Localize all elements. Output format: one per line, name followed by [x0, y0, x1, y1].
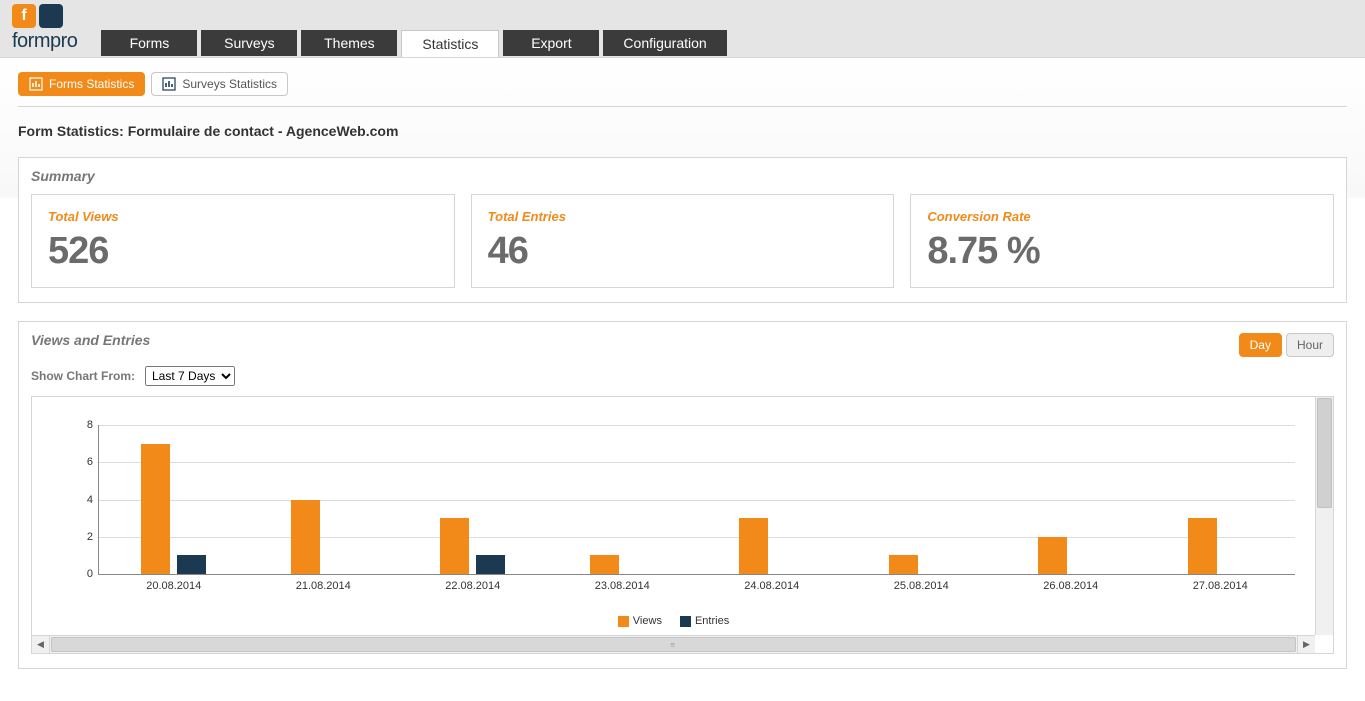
chart-area: 0 2 4 6 8 20.08.2014 21.08.2014 22.08.2014 23.08… — [32, 397, 1315, 635]
subtab-surveys-statistics[interactable]: Surveys Statistics — [151, 72, 288, 96]
chart-bar-views — [590, 555, 619, 574]
chart-bar-views — [440, 518, 469, 574]
content-area: Forms Statistics Surveys Statistics Form… — [0, 58, 1365, 701]
summary-title: Summary — [31, 168, 1334, 184]
chart-x-tick: 24.08.2014 — [744, 580, 799, 592]
summary-grid: Total Views 526 Total Entries 46 Convers… — [31, 194, 1334, 288]
card-conversion-rate: Conversion Rate 8.75 % — [910, 194, 1334, 288]
subtab-surveys-label: Surveys Statistics — [182, 77, 277, 91]
chart-gridline — [99, 462, 1295, 463]
chart-panel-title: Views and Entries — [31, 332, 150, 348]
chart-panel: Views and Entries Day Hour Show Chart Fr… — [18, 321, 1347, 669]
scroll-thumb-vertical[interactable] — [1317, 398, 1332, 508]
chart-bar-views — [739, 518, 768, 574]
legend-swatch-entries — [680, 616, 691, 627]
chart-y-tick: 8 — [73, 419, 93, 431]
chart-y-tick: 6 — [73, 456, 93, 468]
card-total-views-label: Total Views — [48, 209, 438, 224]
nav-tab-statistics[interactable]: Statistics — [401, 30, 499, 57]
chart-container: 0 2 4 6 8 20.08.2014 21.08.2014 22.08.2014 23.08… — [31, 396, 1334, 654]
scroll-right-icon[interactable]: ▶ — [1297, 636, 1315, 653]
chart-x-tick: 20.08.2014 — [146, 580, 201, 592]
chart-legend: Views Entries — [32, 615, 1315, 627]
chart-horizontal-scrollbar[interactable]: ◀ ≡ ▶ — [32, 635, 1315, 653]
chart-x-tick: 25.08.2014 — [894, 580, 949, 592]
subtab-forms-statistics[interactable]: Forms Statistics — [18, 72, 145, 96]
scroll-left-icon[interactable]: ◀ — [32, 636, 50, 653]
legend-swatch-views — [618, 616, 629, 627]
chart-y-tick: 4 — [73, 494, 93, 506]
brand-logo: f formpro — [12, 4, 77, 57]
chart-bar-entries — [476, 555, 505, 574]
chart-bar-views — [889, 555, 918, 574]
chart-x-tick: 27.08.2014 — [1193, 580, 1248, 592]
chart-x-tick: 26.08.2014 — [1043, 580, 1098, 592]
chart-bar-views — [291, 500, 320, 575]
nav-tab-surveys[interactable]: Surveys — [201, 30, 297, 56]
chart-gridline — [99, 425, 1295, 426]
subtab-forms-label: Forms Statistics — [49, 77, 134, 91]
legend-item-entries: Entries — [680, 615, 729, 627]
chart-x-tick: 23.08.2014 — [595, 580, 650, 592]
card-total-entries-value: 46 — [488, 230, 878, 273]
chart-y-tick: 0 — [73, 568, 93, 580]
legend-label-views: Views — [633, 615, 662, 627]
card-total-views-value: 526 — [48, 230, 438, 273]
chart-plot: 0246820.08.201421.08.201422.08.201423.08… — [98, 425, 1295, 575]
nav-tab-configuration[interactable]: Configuration — [603, 30, 726, 56]
summary-panel: Summary Total Views 526 Total Entries 46… — [18, 157, 1347, 303]
scroll-thumb-horizontal[interactable]: ≡ — [51, 637, 1296, 652]
card-conversion-value: 8.75 % — [927, 230, 1317, 273]
nav-tab-export[interactable]: Export — [503, 30, 599, 56]
nav-tab-themes[interactable]: Themes — [301, 30, 397, 56]
card-conversion-label: Conversion Rate — [927, 209, 1317, 224]
scroll-track-horizontal[interactable]: ≡ — [50, 636, 1297, 653]
chart-x-tick: 21.08.2014 — [296, 580, 351, 592]
chart-filter-row: Show Chart From: Last 7 Days — [31, 366, 1334, 386]
page-title: Form Statistics: Formulaire de contact -… — [18, 123, 1347, 139]
legend-label-entries: Entries — [695, 615, 729, 627]
chart-bar-views — [1188, 518, 1217, 574]
chart-icon — [162, 77, 176, 91]
scroll-grip-icon: ≡ — [670, 640, 677, 649]
brand-name: formpro — [12, 30, 77, 53]
chart-y-tick: 2 — [73, 531, 93, 543]
logo-f-block: f — [12, 4, 36, 28]
chart-gridline — [99, 537, 1295, 538]
nav-tab-forms[interactable]: Forms — [101, 30, 197, 56]
statistics-subtabs: Forms Statistics Surveys Statistics — [18, 72, 1347, 107]
chart-bar-entries — [177, 555, 206, 574]
granularity-toggle: Day Hour — [1239, 333, 1334, 357]
chart-vertical-scrollbar[interactable]: ▲ — [1315, 397, 1333, 635]
chart-gridline — [99, 500, 1295, 501]
card-total-entries-label: Total Entries — [488, 209, 878, 224]
logo-square-block — [39, 4, 63, 28]
chart-bar-views — [141, 444, 170, 574]
toggle-day-button[interactable]: Day — [1239, 333, 1282, 357]
chart-x-tick: 22.08.2014 — [445, 580, 500, 592]
chart-bar-views — [1038, 537, 1067, 574]
toggle-hour-button[interactable]: Hour — [1286, 333, 1334, 357]
chart-panel-header: Views and Entries Day Hour — [31, 332, 1334, 358]
chart-filter-label: Show Chart From: — [31, 369, 135, 383]
app-header: f formpro Forms Surveys Themes Statistic… — [0, 0, 1365, 58]
legend-item-views: Views — [618, 615, 662, 627]
card-total-views: Total Views 526 — [31, 194, 455, 288]
chart-range-select[interactable]: Last 7 Days — [145, 366, 235, 386]
logo-mark: f — [12, 4, 63, 28]
card-total-entries: Total Entries 46 — [471, 194, 895, 288]
chart-icon — [29, 77, 43, 91]
main-nav: Forms Surveys Themes Statistics Export C… — [101, 30, 726, 57]
